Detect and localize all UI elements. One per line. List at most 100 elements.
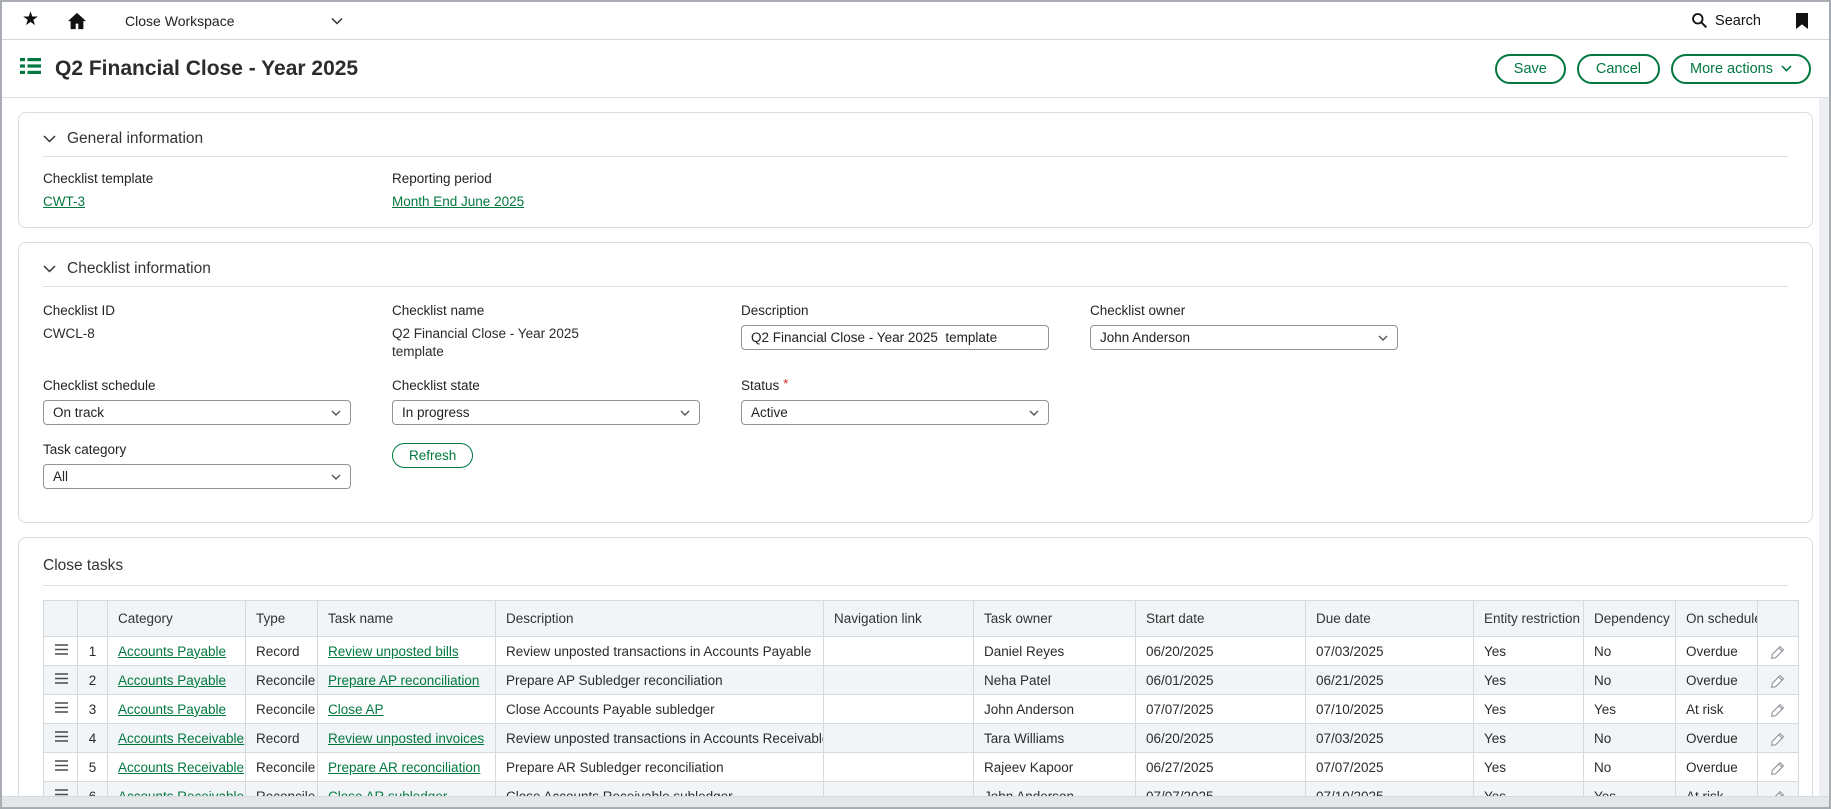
- general-information-header[interactable]: General information: [43, 123, 1788, 156]
- page-header: Q2 Financial Close - Year 2025 Save Canc…: [2, 40, 1829, 98]
- drag-handle[interactable]: [44, 666, 78, 695]
- horizontal-scrollbar[interactable]: [2, 796, 1829, 807]
- more-actions-button[interactable]: More actions: [1671, 54, 1811, 84]
- category-cell: Accounts Payable: [108, 637, 246, 666]
- edit-pencil-icon[interactable]: [1770, 673, 1786, 689]
- entity-restriction-cell: Yes: [1474, 724, 1584, 753]
- status-field: Status * Active: [741, 378, 1090, 425]
- save-button[interactable]: Save: [1495, 54, 1566, 84]
- drag-handle-icon: [54, 730, 69, 743]
- reporting-period-link[interactable]: Month End June 2025: [392, 194, 524, 209]
- home-icon[interactable]: [67, 12, 87, 30]
- drag-handle[interactable]: [44, 782, 78, 796]
- category-link[interactable]: Accounts Receivable: [118, 789, 244, 796]
- favorite-star-icon[interactable]: ★: [22, 12, 39, 29]
- edit-pencil-icon[interactable]: [1770, 644, 1786, 660]
- task-owner-cell: Tara Williams: [974, 724, 1136, 753]
- edit-pencil-icon[interactable]: [1770, 731, 1786, 747]
- checklist-state-select[interactable]: In progress: [392, 400, 700, 425]
- checklist-template-link[interactable]: CWT-3: [43, 194, 85, 209]
- edit-cell: [1758, 724, 1799, 753]
- checklist-list-icon[interactable]: [20, 57, 41, 80]
- navigation-link-cell: [824, 753, 974, 782]
- category-cell: Accounts Receivable: [108, 724, 246, 753]
- drag-handle-icon: [54, 788, 69, 796]
- top-bar: ★ Close Workspace Search: [2, 2, 1829, 40]
- drag-handle-icon: [54, 701, 69, 714]
- task-name-cell: Review unposted bills: [318, 637, 496, 666]
- edit-cell: [1758, 695, 1799, 724]
- type-cell: Reconcile: [246, 782, 318, 796]
- edit-pencil-icon[interactable]: [1770, 702, 1786, 718]
- checklist-schedule-field: Checklist schedule On track: [43, 378, 392, 425]
- checklist-information-header[interactable]: Checklist information: [43, 253, 1788, 286]
- drag-handle[interactable]: [44, 724, 78, 753]
- chevron-down-icon: [1781, 65, 1792, 72]
- bookmark-icon[interactable]: [1795, 12, 1809, 30]
- drag-handle[interactable]: [44, 637, 78, 666]
- category-link[interactable]: Accounts Payable: [118, 644, 226, 659]
- checklist-schedule-select[interactable]: On track: [43, 400, 351, 425]
- search-icon: [1691, 12, 1708, 29]
- general-information-section: General information Checklist template C…: [18, 112, 1813, 228]
- on-schedule-cell: Overdue: [1676, 724, 1758, 753]
- edit-pencil-icon[interactable]: [1770, 789, 1786, 796]
- edit-pencil-icon[interactable]: [1770, 760, 1786, 776]
- category-link[interactable]: Accounts Payable: [118, 702, 226, 717]
- due-date-cell: 07/03/2025: [1306, 724, 1474, 753]
- col-task-name: Task name: [318, 601, 496, 637]
- section-title: Close tasks: [43, 557, 123, 575]
- category-link[interactable]: Accounts Receivable: [118, 731, 244, 746]
- checklist-id-field: Checklist ID CWCL-8: [43, 303, 392, 361]
- description-field: Description: [741, 303, 1090, 361]
- drag-handle[interactable]: [44, 753, 78, 782]
- entity-restriction-cell: Yes: [1474, 753, 1584, 782]
- checklist-name-value: Q2 Financial Close - Year 2025 template: [392, 325, 607, 361]
- cancel-button[interactable]: Cancel: [1577, 54, 1660, 84]
- task-name-link[interactable]: Close AR subledger: [328, 789, 447, 796]
- task-name-link[interactable]: Review unposted invoices: [328, 731, 484, 746]
- task-name-link[interactable]: Close AP: [328, 702, 384, 717]
- row-number: 1: [78, 637, 108, 666]
- task-category-select[interactable]: All: [43, 464, 351, 489]
- due-date-cell: 07/03/2025: [1306, 637, 1474, 666]
- navigation-link-cell: [824, 782, 974, 796]
- vertical-scrollbar[interactable]: [1819, 98, 1829, 796]
- status-select[interactable]: Active: [741, 400, 1049, 425]
- entity-restriction-cell: Yes: [1474, 782, 1584, 796]
- edit-cell: [1758, 753, 1799, 782]
- field-label: Reporting period: [392, 171, 741, 186]
- task-name-link[interactable]: Review unposted bills: [328, 644, 459, 659]
- workspace-dropdown-label: Close Workspace: [125, 13, 234, 29]
- type-cell: Reconcile: [246, 666, 318, 695]
- table-row: 1 Accounts Payable Record Review unposte…: [44, 637, 1799, 666]
- type-cell: Record: [246, 637, 318, 666]
- search-button[interactable]: Search: [1691, 12, 1761, 29]
- table-row: 5 Accounts Receivable Reconcile Prepare …: [44, 753, 1799, 782]
- category-link[interactable]: Accounts Receivable: [118, 760, 244, 775]
- workspace-dropdown[interactable]: Close Workspace: [125, 13, 343, 29]
- entity-restriction-cell: Yes: [1474, 666, 1584, 695]
- task-name-link[interactable]: Prepare AR reconciliation: [328, 760, 480, 775]
- category-link[interactable]: Accounts Payable: [118, 673, 226, 688]
- dependency-cell: No: [1584, 637, 1676, 666]
- task-owner-cell: John Anderson: [974, 782, 1136, 796]
- col-entity-restriction: Entity restriction: [1474, 601, 1584, 637]
- refresh-field: Refresh: [392, 442, 741, 489]
- on-schedule-cell: Overdue: [1676, 666, 1758, 695]
- checklist-owner-select[interactable]: John Anderson: [1090, 325, 1398, 350]
- col-number: [78, 601, 108, 637]
- start-date-cell: 07/07/2025: [1136, 782, 1306, 796]
- start-date-cell: 06/20/2025: [1136, 724, 1306, 753]
- description-input[interactable]: [741, 325, 1049, 350]
- description-cell: Prepare AP Subledger reconciliation: [496, 666, 824, 695]
- on-schedule-cell: At risk: [1676, 782, 1758, 796]
- category-cell: Accounts Payable: [108, 666, 246, 695]
- refresh-button[interactable]: Refresh: [392, 443, 473, 468]
- due-date-cell: 06/21/2025: [1306, 666, 1474, 695]
- col-due-date: Due date: [1306, 601, 1474, 637]
- start-date-cell: 07/07/2025: [1136, 695, 1306, 724]
- task-name-link[interactable]: Prepare AP reconciliation: [328, 673, 479, 688]
- drag-handle[interactable]: [44, 695, 78, 724]
- task-name-cell: Close AP: [318, 695, 496, 724]
